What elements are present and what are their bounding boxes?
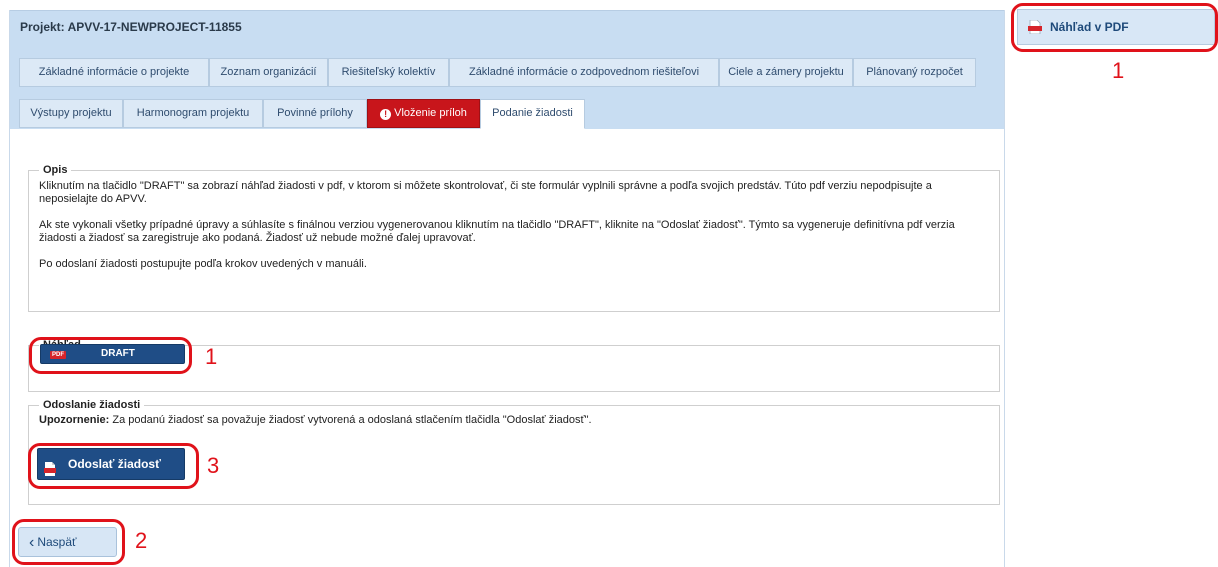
pdf-document-icon (44, 457, 56, 476)
annotation-number-1-side: 1 (1112, 58, 1125, 83)
chevron-left-icon: ‹ (29, 534, 35, 551)
opis-paragraph-3: Po odoslaní žiadosti postupujte podľa kr… (39, 258, 367, 270)
tab-vystupy-projektu[interactable]: Výstupy projektu (19, 99, 123, 128)
warning-label: Upozornenie: (39, 414, 110, 426)
odoslanie-legend: Odoslanie žiadosti (43, 399, 141, 411)
odoslat-ziadost-label: Odoslať žiadosť (68, 457, 161, 471)
nahlad-v-pdf-button[interactable]: Náhľad v PDF (1017, 9, 1215, 45)
tab-vlozenie-priloh[interactable]: ! Vloženie príloh (367, 99, 480, 128)
opis-paragraph-2: Ak ste vykonali všetky prípadné úpravy a… (39, 219, 955, 244)
back-button[interactable]: ‹ Naspäť (18, 527, 117, 557)
odoslanie-warning: Upozornenie: Za podanú žiadosť sa považu… (39, 414, 989, 427)
project-title: Projekt: APVV-17-NEWPROJECT-11855 (20, 20, 242, 34)
odoslat-ziadost-button[interactable]: Odoslať žiadosť (37, 448, 185, 480)
opis-paragraph-1: Kliknutím na tlačidlo "DRAFT" sa zobrazí… (39, 180, 932, 205)
tab-zakladne-informacie-o-projekte[interactable]: Základné informácie o projekte (19, 58, 209, 87)
opis-section: Opis Kliknutím na tlačidlo "DRAFT" sa zo… (28, 164, 1000, 312)
alert-icon: ! (380, 109, 392, 120)
tab-riesitelsky-kolektiv[interactable]: Riešiteľský kolektív (328, 58, 449, 87)
draft-button-label: DRAFT (101, 348, 135, 359)
annotation-number-3: 3 (207, 453, 220, 478)
annotation-number-2: 2 (135, 528, 148, 553)
back-button-label: Naspäť (37, 535, 77, 549)
tab-ciele-a-zamery[interactable]: Ciele a zámery projektu (719, 58, 853, 87)
nahlad-v-pdf-label: Náhľad v PDF (1050, 20, 1129, 34)
main-panel: Projekt: APVV-17-NEWPROJECT-11855 Základ… (9, 10, 1005, 567)
pdf-icon: PDF (50, 351, 66, 359)
tab-povinne-prilohy[interactable]: Povinné prílohy (263, 99, 367, 128)
tab-zoznam-organizacii[interactable]: Zoznam organizácií (209, 58, 328, 87)
tab-podanie-ziadosti[interactable]: Podanie žiadosti (480, 99, 585, 129)
tab-vlozenie-priloh-label: Vloženie príloh (394, 107, 467, 119)
tab-harmonogram-projektu[interactable]: Harmonogram projektu (123, 99, 263, 128)
draft-button[interactable]: PDF DRAFT (40, 344, 185, 364)
warning-text: Za podanú žiadosť sa považuje žiadosť vy… (112, 414, 592, 426)
tab-planovany-rozpocet[interactable]: Plánovaný rozpočet (853, 58, 976, 87)
annotation-number-1-draft: 1 (205, 344, 218, 369)
tab-zodpovedny-riesitel[interactable]: Základné informácie o zodpovednom riešit… (449, 58, 719, 87)
opis-legend: Opis (43, 164, 68, 176)
header-band: Projekt: APVV-17-NEWPROJECT-11855 Základ… (10, 10, 1004, 129)
pdf-document-icon (1028, 13, 1042, 35)
